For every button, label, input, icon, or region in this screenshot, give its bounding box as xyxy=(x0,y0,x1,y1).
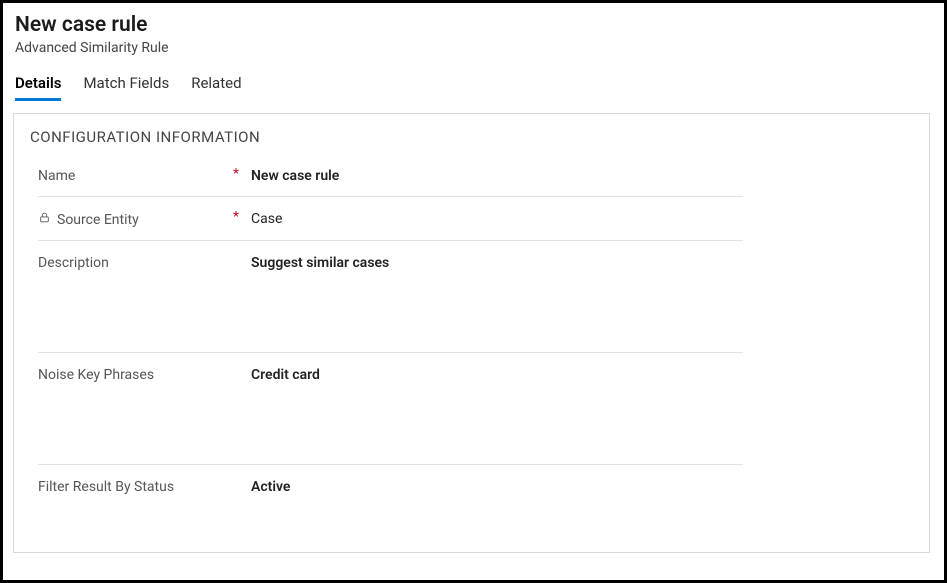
filter-result-by-status-label: Filter Result By Status xyxy=(38,479,174,495)
configuration-panel: CONFIGURATION INFORMATION Name * New cas… xyxy=(13,113,930,553)
tab-related[interactable]: Related xyxy=(191,74,241,101)
noise-key-phrases-value[interactable]: Credit card xyxy=(247,365,320,383)
noise-key-phrases-label: Noise Key Phrases xyxy=(38,367,154,383)
tab-bar: Details Match Fields Related xyxy=(3,56,944,101)
filter-result-by-status-value[interactable]: Active xyxy=(247,477,290,495)
source-entity-value[interactable]: Case xyxy=(247,209,282,227)
lock-icon xyxy=(38,211,51,228)
field-row-name: Name * New case rule xyxy=(38,154,743,197)
page-title: New case rule xyxy=(15,13,932,38)
field-label: Filter Result By Status xyxy=(38,477,233,495)
field-label: Name xyxy=(38,166,233,184)
source-entity-label: Source Entity xyxy=(57,212,139,228)
tab-details[interactable]: Details xyxy=(15,74,61,101)
field-label: Source Entity xyxy=(38,209,233,228)
description-label: Description xyxy=(38,255,109,271)
field-row-noise-key-phrases: Noise Key Phrases Credit card xyxy=(38,353,743,465)
field-label: Description xyxy=(38,253,233,271)
required-marker: * xyxy=(233,209,247,225)
required-marker: * xyxy=(233,166,247,182)
page-header: New case rule Advanced Similarity Rule xyxy=(3,3,944,56)
field-row-filter-result-by-status: Filter Result By Status Active xyxy=(38,465,743,507)
field-row-description: Description Suggest similar cases xyxy=(38,241,743,353)
field-row-source-entity: Source Entity * Case xyxy=(38,197,743,241)
tab-match-fields[interactable]: Match Fields xyxy=(83,74,169,101)
field-label: Noise Key Phrases xyxy=(38,365,233,383)
page-subtitle: Advanced Similarity Rule xyxy=(15,40,932,56)
name-value[interactable]: New case rule xyxy=(247,166,339,184)
description-value[interactable]: Suggest similar cases xyxy=(247,253,389,271)
section-title: CONFIGURATION INFORMATION xyxy=(30,128,913,146)
name-label: Name xyxy=(38,168,75,184)
